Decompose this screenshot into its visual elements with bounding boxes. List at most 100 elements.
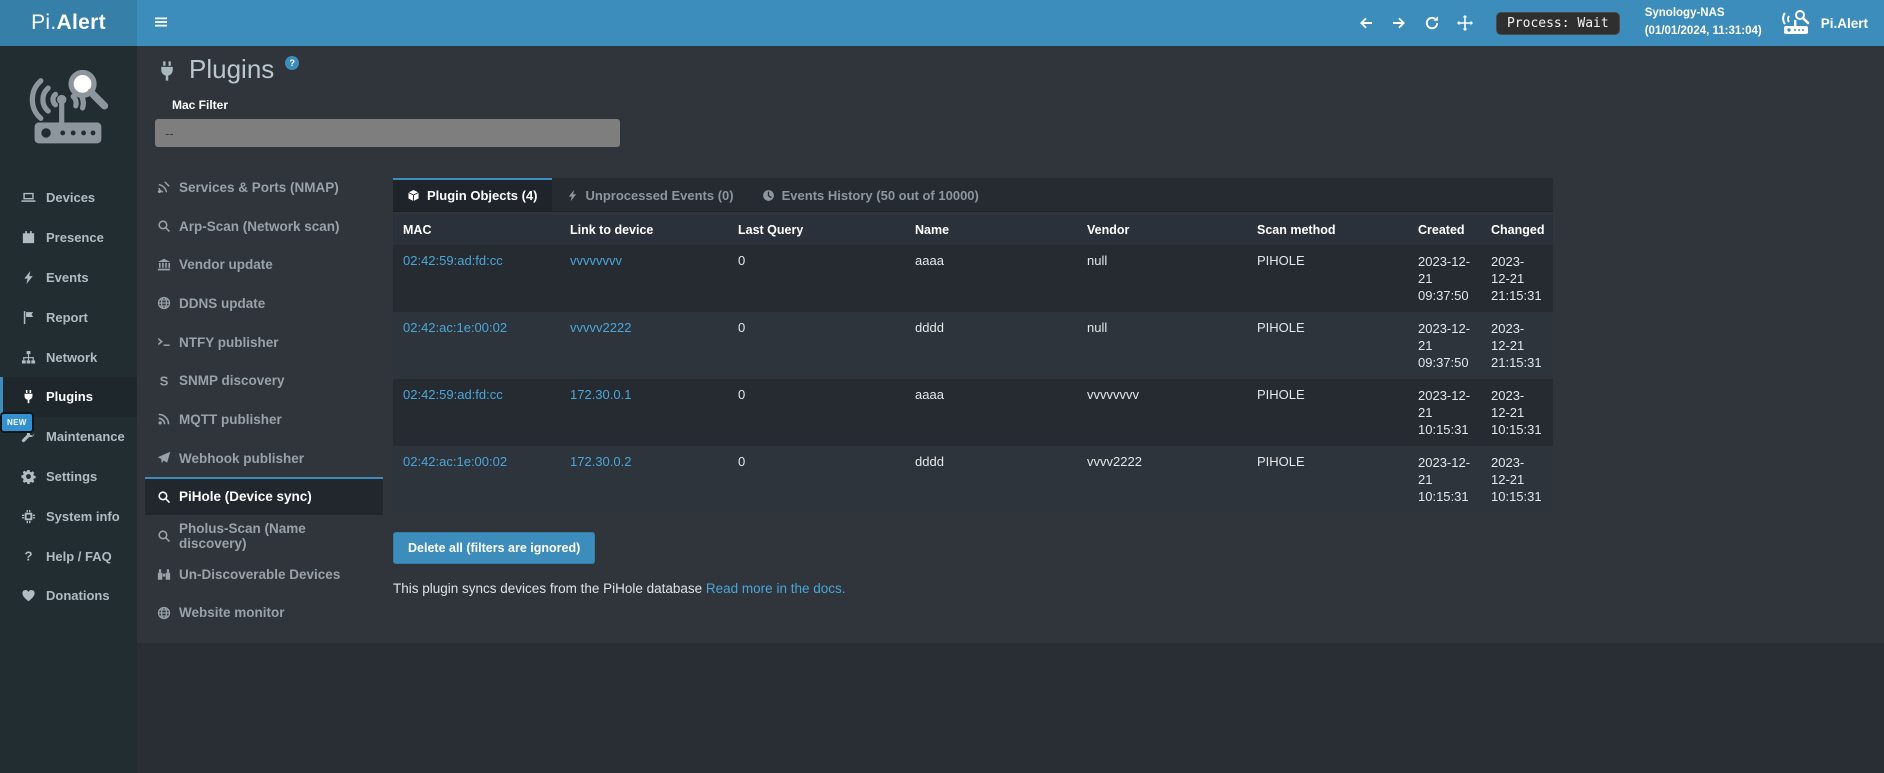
scan-method-cell: PIHOLE bbox=[1247, 446, 1408, 513]
sidebar-item-settings[interactable]: Settings bbox=[0, 457, 137, 497]
sidebar-item-network[interactable]: Network bbox=[0, 337, 137, 377]
last-query-cell: 0 bbox=[728, 379, 905, 446]
bolt-icon bbox=[566, 189, 579, 202]
plugin-detail-panel: Plugin Objects (4) Unprocessed Events (0… bbox=[393, 178, 1553, 596]
device-link[interactable]: 172.30.0.1 bbox=[570, 387, 631, 402]
plugin-nav-label: MQTT publisher bbox=[179, 412, 282, 427]
page-header: Plugins ? bbox=[156, 54, 299, 85]
plugin-nav-item-ntfy-publisher[interactable]: NTFY publisher bbox=[145, 322, 383, 361]
pialert-app: Pi.Alert Process: Wait Synology-NAS (01/… bbox=[0, 0, 1884, 773]
sidebar-item-donations[interactable]: Donations bbox=[0, 576, 137, 616]
tab-label: Plugin Objects (4) bbox=[427, 188, 538, 203]
plugin-nav-item-pholus-scan[interactable]: Pholus-Scan (Name discovery) bbox=[145, 515, 383, 554]
plug-icon bbox=[21, 389, 36, 404]
chip-icon bbox=[21, 509, 36, 524]
sidebar-item-label: Report bbox=[46, 310, 88, 325]
mac-link[interactable]: 02:42:59:ad:fd:cc bbox=[403, 387, 503, 402]
table-row: 02:42:59:ad:fd:cc vvvvvvvv 0 aaaa null P… bbox=[393, 245, 1553, 312]
plugin-nav-label: DDNS update bbox=[179, 296, 265, 311]
fullscreen-button[interactable] bbox=[1457, 15, 1473, 31]
plugin-nav-item-arp-scan[interactable]: Arp-Scan (Network scan) bbox=[145, 206, 383, 245]
sidebar-item-label: Plugins bbox=[46, 389, 93, 404]
vendor-cell: null bbox=[1077, 312, 1247, 379]
tab-plugin-objects[interactable]: Plugin Objects (4) bbox=[393, 178, 552, 211]
sidebar-toggle-button[interactable] bbox=[137, 0, 185, 46]
vendor-cell: vvvvvvvv bbox=[1077, 379, 1247, 446]
refresh-button[interactable] bbox=[1424, 15, 1440, 31]
plugin-nav-item-services-ports-nmap[interactable]: Services & Ports (NMAP) bbox=[145, 167, 383, 206]
nav-forward-button[interactable] bbox=[1391, 15, 1407, 31]
sidebar-item-label: Donations bbox=[46, 588, 110, 603]
vendor-cell: vvvv2222 bbox=[1077, 446, 1247, 513]
process-status-badge: Process: Wait bbox=[1496, 12, 1620, 35]
device-link[interactable]: 172.30.0.2 bbox=[570, 454, 631, 469]
mac-link[interactable]: 02:42:ac:1e:00:02 bbox=[403, 320, 507, 335]
created-cell: 2023-12-21 10:15:31 bbox=[1408, 446, 1481, 513]
plugin-objects-table: MAC Link to device Last Query Name Vendo… bbox=[393, 215, 1553, 513]
page-title: Plugins bbox=[189, 54, 274, 85]
sidebar-item-devices[interactable]: Devices bbox=[0, 178, 137, 218]
binoculars-icon bbox=[157, 567, 171, 581]
plugin-nav-item-mqtt-publisher[interactable]: MQTT publisher bbox=[145, 399, 383, 438]
plugin-nav-item-pihole-device-sync[interactable]: PiHole (Device sync) bbox=[145, 477, 383, 516]
plugin-nav-label: SNMP discovery bbox=[179, 373, 285, 388]
plugin-nav-item-un-discoverable-devices[interactable]: Un-Discoverable Devices bbox=[145, 554, 383, 593]
sidebar-item-system-info[interactable]: System info bbox=[0, 496, 137, 536]
column-header-last-query: Last Query bbox=[728, 215, 905, 245]
name-cell: dddd bbox=[905, 446, 1077, 513]
mac-link[interactable]: 02:42:ac:1e:00:02 bbox=[403, 454, 507, 469]
column-header-created: Created bbox=[1408, 215, 1481, 245]
move-arrows-icon bbox=[1457, 15, 1473, 31]
tab-label: Unprocessed Events (0) bbox=[586, 188, 734, 203]
plugin-nav-item-ddns-update[interactable]: DDNS update bbox=[145, 283, 383, 322]
tab-events-history[interactable]: Events History (50 out of 10000) bbox=[748, 178, 993, 211]
tab-unprocessed-events[interactable]: Unprocessed Events (0) bbox=[552, 178, 748, 211]
arrow-left-icon bbox=[1358, 15, 1374, 31]
sidebar-item-plugins[interactable]: Plugins bbox=[0, 377, 137, 417]
rss-icon bbox=[157, 412, 171, 426]
plugin-nav-label: PiHole (Device sync) bbox=[179, 489, 312, 504]
topbar-brand-label: Pi.Alert bbox=[1821, 16, 1868, 31]
changed-cell: 2023-12-21 10:15:31 bbox=[1481, 446, 1553, 513]
globe-icon bbox=[157, 296, 171, 310]
mac-cell: 02:42:ac:1e:00:02 bbox=[393, 446, 560, 513]
search-icon bbox=[157, 529, 171, 543]
delete-all-button[interactable]: Delete all (filters are ignored) bbox=[393, 532, 595, 564]
plugin-nav-item-webhook-publisher[interactable]: Webhook publisher bbox=[145, 438, 383, 477]
plugin-nav-label: Webhook publisher bbox=[179, 451, 304, 466]
topbar-brand-right: Pi.Alert bbox=[1779, 10, 1868, 36]
sidebar-item-label: Presence bbox=[46, 230, 104, 245]
plugin-nav-item-snmp-discovery[interactable]: SNMP discovery bbox=[145, 360, 383, 399]
sidebar-item-help-faq[interactable]: Help / FAQ bbox=[0, 536, 137, 576]
sidebar-item-events[interactable]: Events bbox=[0, 258, 137, 298]
read-more-link[interactable]: Read more in the docs. bbox=[706, 581, 846, 596]
sidebar-item-report[interactable]: Report bbox=[0, 297, 137, 337]
mac-cell: 02:42:59:ad:fd:cc bbox=[393, 245, 560, 312]
plug-icon bbox=[156, 60, 178, 82]
search-icon bbox=[157, 490, 171, 504]
clock-icon bbox=[762, 189, 775, 202]
bolt-icon bbox=[21, 270, 36, 285]
nav-back-button[interactable] bbox=[1358, 15, 1374, 31]
link-to-device-cell: vvvvv2222 bbox=[560, 312, 728, 379]
plugin-nav-item-vendor-update[interactable]: Vendor update bbox=[145, 244, 383, 283]
mac-filter-input[interactable] bbox=[155, 119, 620, 147]
device-link[interactable]: vvvvvvvv bbox=[570, 253, 622, 268]
plugin-nav-label: Un-Discoverable Devices bbox=[179, 567, 340, 582]
last-query-cell: 0 bbox=[728, 245, 905, 312]
column-header-link-to-device: Link to device bbox=[560, 215, 728, 245]
table-row: 02:42:59:ad:fd:cc 172.30.0.1 0 aaaa vvvv… bbox=[393, 379, 1553, 446]
name-cell: dddd bbox=[905, 312, 1077, 379]
plugin-nav-item-website-monitor[interactable]: Website monitor bbox=[145, 593, 383, 632]
link-to-device-cell: 172.30.0.1 bbox=[560, 379, 728, 446]
sidebar-item-presence[interactable]: Presence bbox=[0, 218, 137, 258]
mac-link[interactable]: 02:42:59:ad:fd:cc bbox=[403, 253, 503, 268]
host-name: Synology-NAS bbox=[1645, 5, 1762, 23]
device-link[interactable]: vvvvv2222 bbox=[570, 320, 631, 335]
help-badge[interactable]: ? bbox=[285, 56, 299, 70]
sidebar: Devices Presence Events Report Network P… bbox=[0, 46, 137, 773]
calendar-icon bbox=[21, 230, 36, 245]
scan-method-cell: PIHOLE bbox=[1247, 245, 1408, 312]
app-logo[interactable]: Pi.Alert bbox=[0, 0, 137, 46]
tab-label: Events History (50 out of 10000) bbox=[782, 188, 979, 203]
